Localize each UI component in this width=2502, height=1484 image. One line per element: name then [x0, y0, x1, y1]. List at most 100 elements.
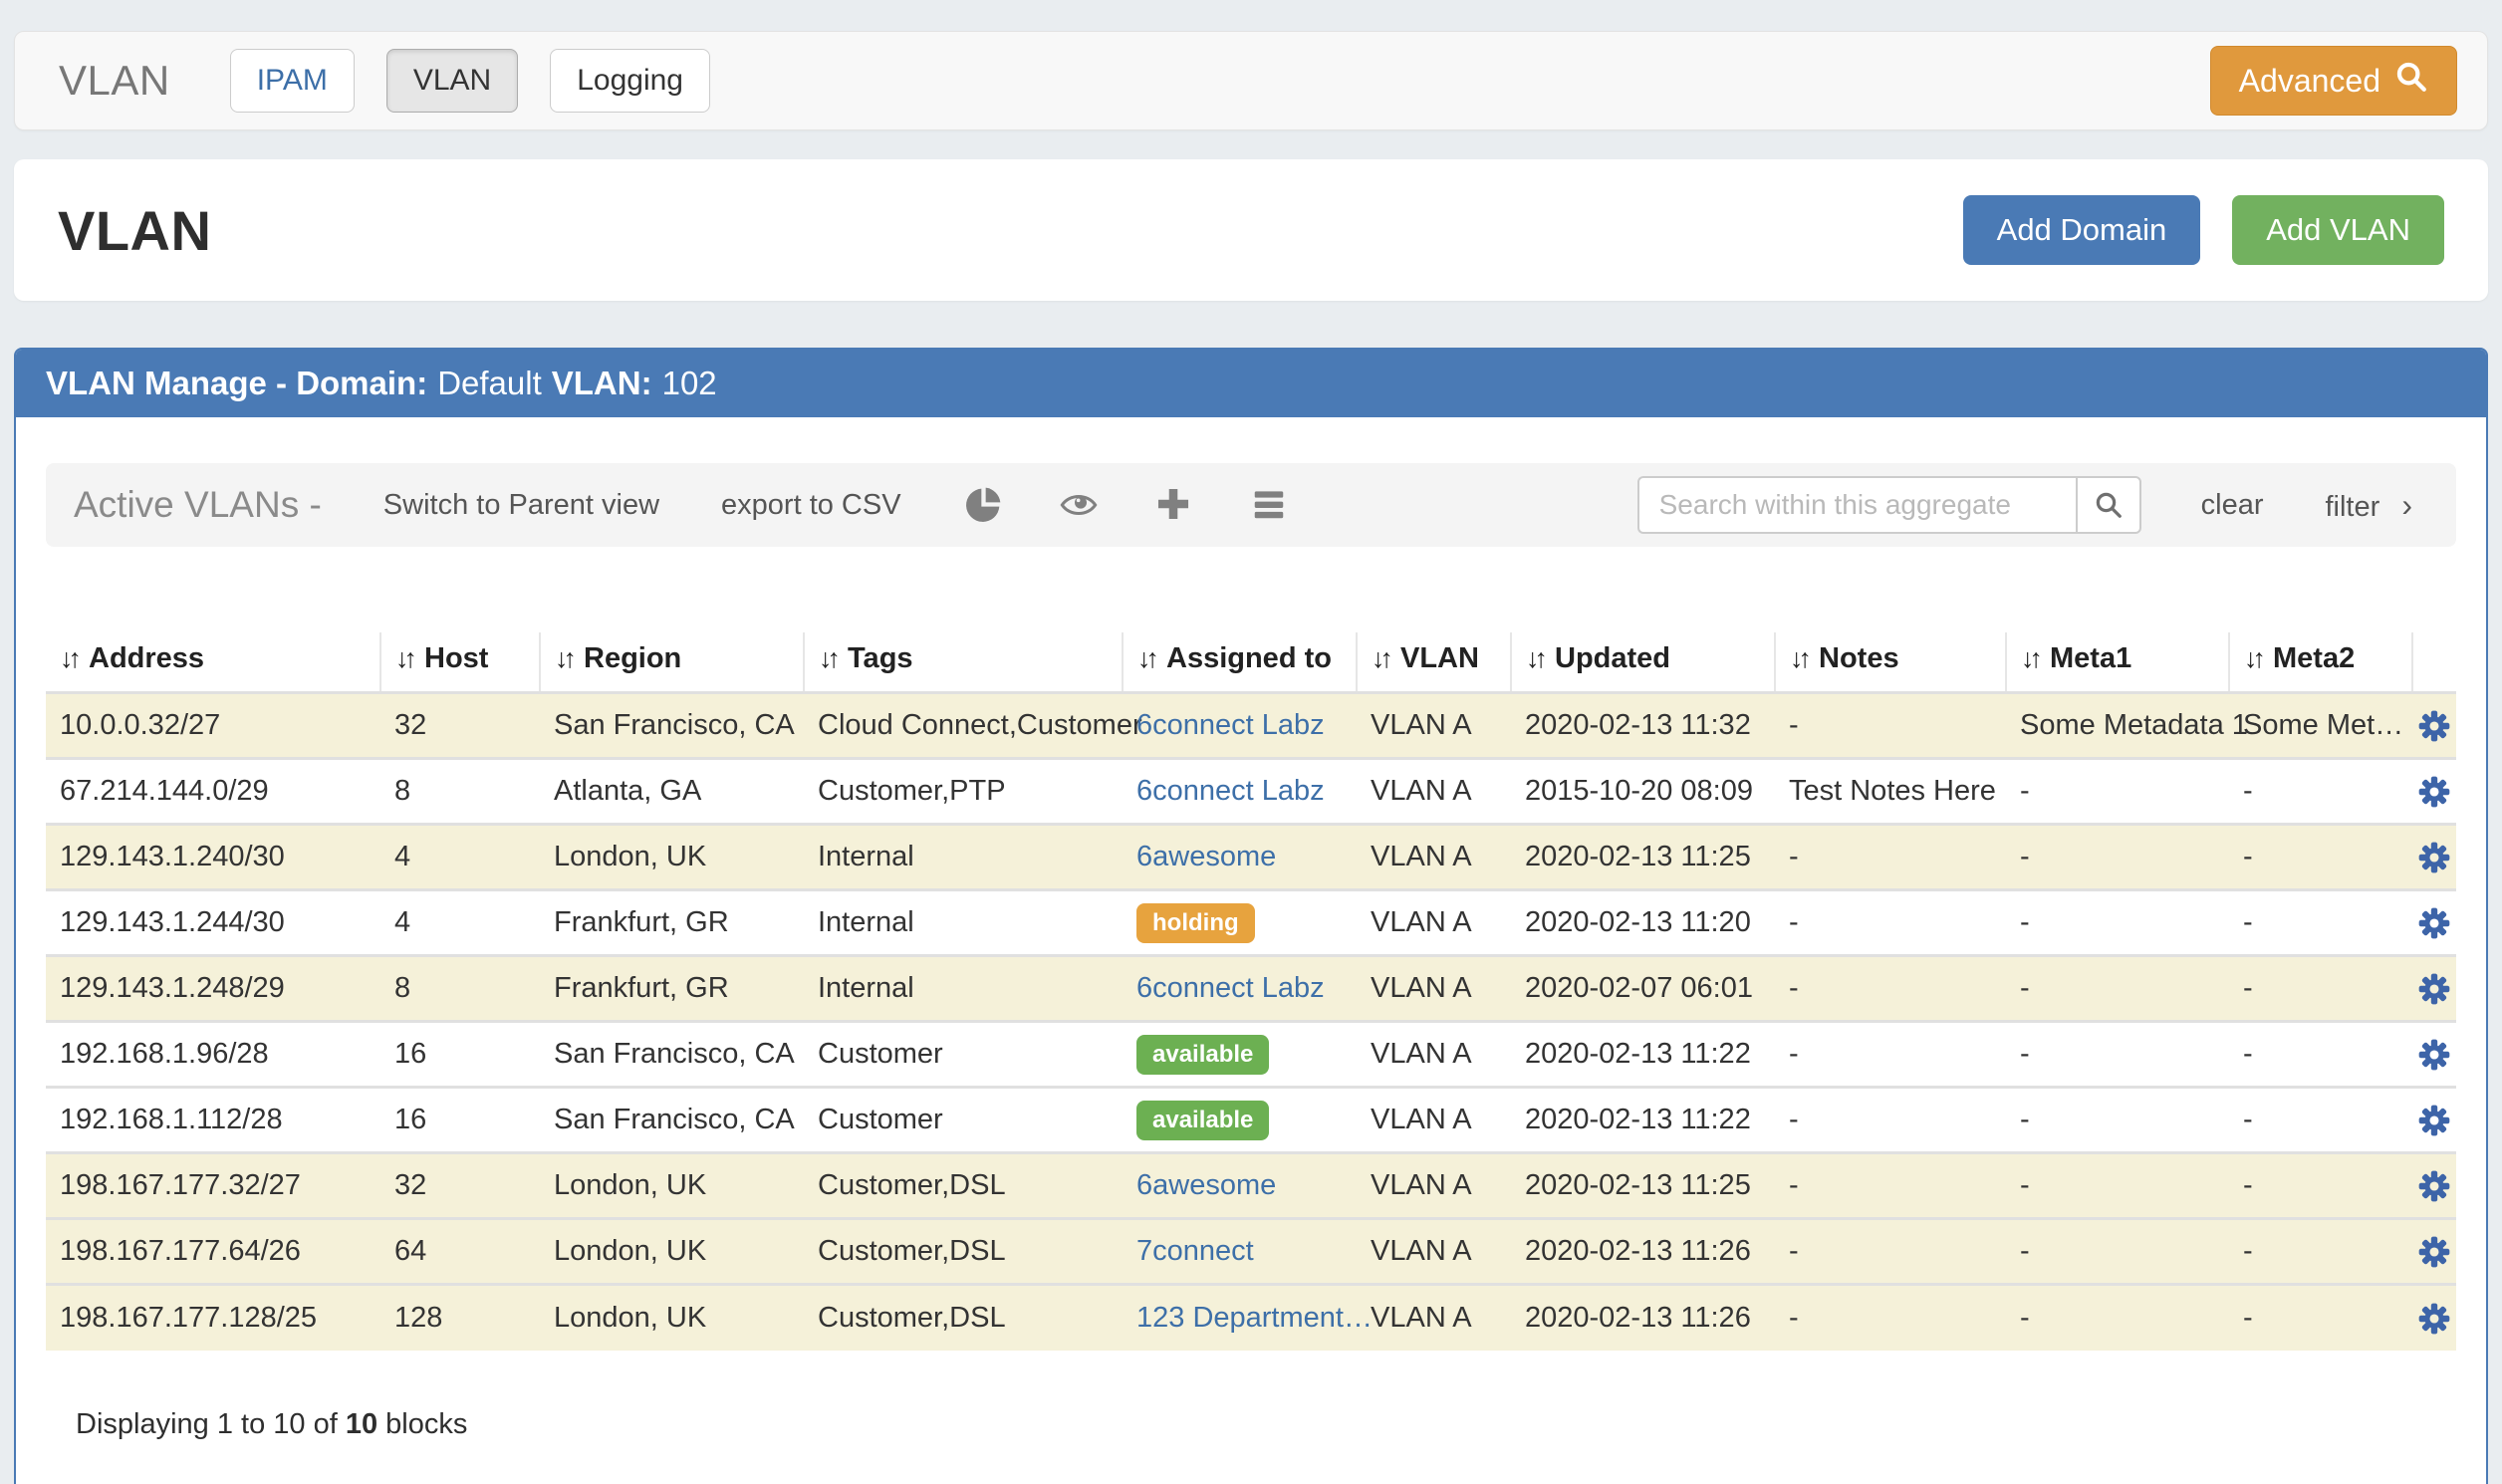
column-header-updated[interactable]: ↓↑Updated [1511, 632, 1775, 693]
updated-cell: 2020-02-13 11:22 [1511, 1022, 1775, 1088]
tags-cell: Customer,DSL [804, 1153, 1123, 1219]
table-head: ↓↑Address↓↑Host↓↑Region↓↑Tags↓↑Assigned … [46, 632, 2456, 693]
row-actions-cell [2412, 825, 2456, 890]
notes-cell: - [1775, 956, 2006, 1022]
nav-tab-logging[interactable]: Logging [550, 49, 710, 113]
add-domain-button[interactable]: Add Domain [1963, 195, 2201, 265]
column-header-host[interactable]: ↓↑Host [380, 632, 540, 693]
nav-tab-vlan[interactable]: VLAN [386, 49, 518, 113]
table-row: 198.167.177.64/2664London, UKCustomer,DS… [46, 1219, 2456, 1285]
clear-link[interactable]: clear [2201, 489, 2264, 522]
assigned-link[interactable]: 6awesome [1136, 1169, 1276, 1201]
panel-body: Active VLANs - Switch to Parent view exp… [16, 417, 2486, 1441]
vlan-cell: VLAN A [1357, 1022, 1511, 1088]
tags-cell: Customer [804, 1022, 1123, 1088]
search-input[interactable] [1637, 476, 2076, 534]
panel-title-label: VLAN Manage - Domain: [46, 365, 427, 402]
status-badge-holding: holding [1136, 903, 1255, 943]
advanced-search-button[interactable]: Advanced [2210, 46, 2457, 116]
host-cell: 4 [380, 825, 540, 890]
list-icon[interactable] [1250, 485, 1290, 525]
gear-icon[interactable] [2418, 973, 2450, 1005]
column-header-notes[interactable]: ↓↑Notes [1775, 632, 2006, 693]
gear-icon[interactable] [2418, 710, 2450, 742]
gear-icon[interactable] [2418, 1039, 2450, 1071]
search-group [1637, 476, 2141, 534]
region-cell: San Francisco, CA [540, 1022, 804, 1088]
advanced-search-label: Advanced [2239, 63, 2380, 100]
region-cell: London, UK [540, 1219, 804, 1285]
sort-icon: ↓↑ [1137, 643, 1154, 673]
assigned-link[interactable]: 6connect Labz [1136, 775, 1325, 807]
panel-title-vlan-value: 102 [662, 365, 717, 402]
host-cell: 64 [380, 1219, 540, 1285]
pie-chart-icon[interactable] [963, 485, 1003, 525]
export-csv-link[interactable]: export to CSV [721, 489, 901, 522]
tags-cell: Internal [804, 890, 1123, 956]
assigned-link[interactable]: 6connect Labz [1136, 709, 1325, 741]
gear-icon[interactable] [2418, 1303, 2450, 1335]
plus-icon[interactable] [1154, 485, 1194, 525]
vlan-cell: VLAN A [1357, 759, 1511, 825]
gear-icon[interactable] [2418, 1170, 2450, 1202]
sort-icon: ↓↑ [60, 643, 77, 673]
eye-icon[interactable] [1059, 485, 1099, 525]
column-header-address[interactable]: ↓↑Address [46, 632, 380, 693]
meta2-cell: - [2229, 1285, 2412, 1351]
row-actions-cell [2412, 1022, 2456, 1088]
vlan-cell: VLAN A [1357, 1153, 1511, 1219]
row-actions-cell [2412, 1153, 2456, 1219]
assigned-cell: 6awesome [1123, 1153, 1357, 1219]
vlan-cell: VLAN A [1357, 693, 1511, 759]
row-actions-cell [2412, 759, 2456, 825]
search-button[interactable] [2076, 476, 2141, 534]
region-cell: London, UK [540, 1153, 804, 1219]
address-cell: 198.167.177.128/25 [46, 1285, 380, 1351]
gear-icon[interactable] [2418, 842, 2450, 873]
meta1-cell: - [2006, 1219, 2229, 1285]
gear-icon[interactable] [2418, 907, 2450, 939]
tags-cell: Customer [804, 1088, 1123, 1153]
gear-icon[interactable] [2418, 776, 2450, 808]
vlan-cell: VLAN A [1357, 1219, 1511, 1285]
updated-cell: 2020-02-13 11:32 [1511, 693, 1775, 759]
column-header-meta1[interactable]: ↓↑Meta1 [2006, 632, 2229, 693]
assigned-link[interactable]: 7connect [1136, 1235, 1254, 1267]
add-vlan-button[interactable]: Add VLAN [2232, 195, 2444, 265]
filter-link[interactable]: filter › [2325, 487, 2412, 524]
meta2-cell: - [2229, 1153, 2412, 1219]
view-title: Active VLANs - [74, 484, 322, 526]
meta2-cell: - [2229, 759, 2412, 825]
table-footer: Displaying 1 to 10 of 10 blocks [76, 1408, 2456, 1441]
host-cell: 16 [380, 1022, 540, 1088]
column-header-tags[interactable]: ↓↑Tags [804, 632, 1123, 693]
vlan-cell: VLAN A [1357, 1285, 1511, 1351]
address-cell: 67.214.144.0/29 [46, 759, 380, 825]
gear-icon[interactable] [2418, 1105, 2450, 1136]
host-cell: 8 [380, 759, 540, 825]
nav-tab-ipam[interactable]: IPAM [230, 49, 355, 113]
meta2-cell: - [2229, 890, 2412, 956]
notes-cell: - [1775, 1153, 2006, 1219]
meta1-cell: - [2006, 1153, 2229, 1219]
column-header-vlan[interactable]: ↓↑VLAN [1357, 632, 1511, 693]
meta1-cell: - [2006, 1285, 2229, 1351]
notes-cell: - [1775, 693, 2006, 759]
column-header-region[interactable]: ↓↑Region [540, 632, 804, 693]
assigned-link[interactable]: 6awesome [1136, 841, 1276, 872]
switch-parent-view-link[interactable]: Switch to Parent view [383, 489, 659, 522]
meta1-cell: - [2006, 956, 2229, 1022]
meta2-cell: - [2229, 825, 2412, 890]
column-header-assigned[interactable]: ↓↑Assigned to [1123, 632, 1357, 693]
meta1-cell: - [2006, 1022, 2229, 1088]
notes-cell: - [1775, 1219, 2006, 1285]
assigned-link[interactable]: 123 Department… [1136, 1302, 1373, 1334]
assigned-link[interactable]: 6connect Labz [1136, 972, 1325, 1004]
table-row: 129.143.1.244/304Frankfurt, GRInternalho… [46, 890, 2456, 956]
row-actions-cell [2412, 890, 2456, 956]
gear-icon[interactable] [2418, 1236, 2450, 1268]
sort-icon: ↓↑ [395, 643, 412, 673]
region-cell: Frankfurt, GR [540, 890, 804, 956]
assigned-cell: available [1123, 1022, 1357, 1088]
column-header-meta2[interactable]: ↓↑Meta2 [2229, 632, 2412, 693]
